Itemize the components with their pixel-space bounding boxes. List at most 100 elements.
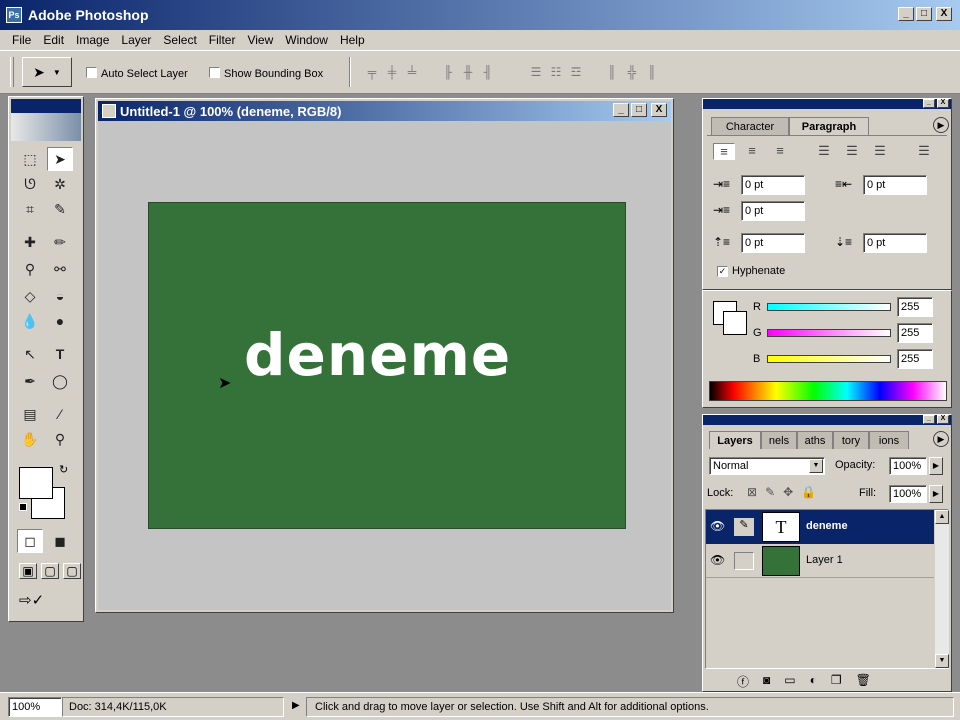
eye-icon[interactable]: 👁 xyxy=(710,519,725,533)
layer-mask-icon[interactable]: ◙ xyxy=(763,673,770,690)
menu-file[interactable]: File xyxy=(6,33,37,47)
brush-link-icon[interactable]: ✎ xyxy=(734,518,754,536)
full-screen-menu-icon[interactable]: ▢ xyxy=(41,563,59,579)
background-swatch[interactable] xyxy=(723,311,747,335)
document-title-bar[interactable]: Untitled-1 @ 100% (deneme, RGB/8) _ □ X xyxy=(98,101,671,121)
layer-set-icon[interactable]: ▭ xyxy=(784,673,795,690)
paragraph-panel-header[interactable]: _ X xyxy=(703,99,951,109)
lock-all-icon[interactable]: 🔒 xyxy=(801,485,816,499)
space-after-input[interactable]: 0 pt xyxy=(863,233,927,253)
eye-icon[interactable]: 👁 xyxy=(710,553,725,567)
panel-minimize-button[interactable]: _ xyxy=(923,99,935,108)
layer-name[interactable]: deneme xyxy=(806,520,848,532)
justify-last-left-icon[interactable]: ☰ xyxy=(813,143,835,160)
crop-tool-icon[interactable]: ⌗ xyxy=(17,197,43,221)
menu-filter[interactable]: Filter xyxy=(203,33,242,47)
align-vcenter-icon[interactable]: ╪ xyxy=(384,65,400,79)
align-center-text-icon[interactable]: ≡ xyxy=(741,143,763,160)
panel-close-button[interactable]: X xyxy=(937,99,949,108)
maximize-button[interactable]: □ xyxy=(916,7,932,21)
canvas-area[interactable]: deneme ➤ xyxy=(98,121,671,610)
first-line-indent-input[interactable]: 0 pt xyxy=(741,201,805,221)
menu-select[interactable]: Select xyxy=(157,33,202,47)
tab-paths[interactable]: aths xyxy=(797,431,833,449)
align-left-text-icon[interactable]: ≡ xyxy=(713,143,735,160)
healing-brush-tool-icon[interactable]: ✚ xyxy=(17,230,43,254)
marquee-tool-icon[interactable]: ⬚ xyxy=(17,147,43,171)
close-button[interactable]: X xyxy=(936,7,952,21)
eraser-tool-icon[interactable]: ◇ xyxy=(17,284,43,308)
scroll-up-icon[interactable]: ▲ xyxy=(935,510,949,524)
blur-tool-icon[interactable]: 💧 xyxy=(17,309,43,333)
g-input[interactable]: 255 xyxy=(897,323,933,343)
doc-size-readout[interactable]: Doc: 314,4K/115,0K xyxy=(62,697,284,717)
opacity-input[interactable]: 100% xyxy=(889,457,927,475)
paint-bucket-tool-icon[interactable]: ◒ xyxy=(47,284,73,308)
foreground-color-swatch[interactable] xyxy=(19,467,53,499)
tool-preset-picker[interactable]: ➤ ▼ xyxy=(22,57,72,87)
clone-stamp-tool-icon[interactable]: ⚲ xyxy=(17,257,43,281)
layers-panel-header[interactable]: _ X xyxy=(703,415,951,425)
justify-all-icon[interactable]: ☰ xyxy=(913,143,935,160)
swap-colors-icon[interactable]: ↻ xyxy=(59,463,68,476)
tab-paragraph[interactable]: Paragraph xyxy=(789,117,869,135)
link-slot[interactable] xyxy=(734,552,754,570)
hyphenate-checkbox[interactable]: ✓ xyxy=(717,265,728,277)
lock-transparency-icon[interactable]: ⊠ xyxy=(747,485,757,499)
dodge-tool-icon[interactable]: ● xyxy=(47,309,73,333)
path-selection-tool-icon[interactable]: ↖ xyxy=(17,342,43,366)
tab-actions[interactable]: ions xyxy=(869,431,909,449)
auto-select-checkbox[interactable] xyxy=(86,67,97,78)
shape-tool-icon[interactable]: ◯ xyxy=(47,369,73,393)
jump-to-imageready-icon[interactable]: ⇨✓ xyxy=(19,591,75,615)
b-slider[interactable] xyxy=(767,355,891,363)
tab-character[interactable]: Character xyxy=(711,117,789,135)
distribute-left-icon[interactable]: ║ xyxy=(604,65,620,79)
layer-style-icon[interactable]: ⓕ xyxy=(737,673,749,690)
align-bottom-icon[interactable]: ╧ xyxy=(404,65,420,79)
doc-minimize-button[interactable]: _ xyxy=(613,103,629,117)
show-bounding-option[interactable]: Show Bounding Box xyxy=(209,66,323,80)
feather-logo-icon[interactable] xyxy=(11,113,81,141)
align-top-icon[interactable]: ╤ xyxy=(364,65,380,79)
doc-maximize-button[interactable]: □ xyxy=(631,103,647,117)
r-slider[interactable] xyxy=(767,303,891,311)
pen-tool-icon[interactable]: ✒ xyxy=(17,369,43,393)
brush-tool-icon[interactable]: ✏ xyxy=(47,230,73,254)
eyedropper-tool-icon[interactable]: ⁄ xyxy=(47,402,73,426)
full-screen-icon[interactable]: ▢ xyxy=(63,563,81,579)
lasso-tool-icon[interactable]: ᘎ xyxy=(17,172,43,196)
fill-slider-arrow[interactable]: ▶ xyxy=(929,485,943,503)
type-tool-icon[interactable]: T xyxy=(47,342,73,366)
menu-window[interactable]: Window xyxy=(279,33,334,47)
chevron-down-icon[interactable]: ▼ xyxy=(809,459,823,473)
history-brush-tool-icon[interactable]: ⚯ xyxy=(47,257,73,281)
blend-mode-select[interactable]: Normal ▼ xyxy=(709,457,825,475)
auto-select-option[interactable]: Auto Select Layer xyxy=(86,66,188,80)
justify-last-right-icon[interactable]: ☰ xyxy=(869,143,891,160)
lock-position-icon[interactable]: ✥ xyxy=(783,485,793,499)
fill-input[interactable]: 100% xyxy=(889,485,927,503)
r-input[interactable]: 255 xyxy=(897,297,933,317)
space-before-input[interactable]: 0 pt xyxy=(741,233,805,253)
text-layer-thumbnail[interactable]: T xyxy=(762,512,800,542)
adjustment-layer-icon[interactable]: ◐ xyxy=(810,673,817,690)
standard-screen-icon[interactable]: ▣ xyxy=(19,563,37,579)
lock-pixels-icon[interactable]: ✎ xyxy=(765,485,775,499)
status-menu-arrow-icon[interactable]: ▶ xyxy=(292,700,300,711)
quick-mask-mode-icon[interactable]: ◼ xyxy=(47,529,73,553)
justify-last-center-icon[interactable]: ☰ xyxy=(841,143,863,160)
menu-layer[interactable]: Layer xyxy=(115,33,157,47)
distribute-hcenter-icon[interactable]: ╬ xyxy=(624,65,640,79)
distribute-bottom-icon[interactable]: ☲ xyxy=(568,65,584,79)
align-hcenter-icon[interactable]: ╫ xyxy=(460,65,476,79)
minimize-button[interactable]: _ xyxy=(898,7,914,21)
default-colors-icon[interactable] xyxy=(19,503,27,511)
doc-close-button[interactable]: X xyxy=(651,103,667,117)
panel-menu-button[interactable]: ▶ xyxy=(933,117,949,133)
standard-mode-icon[interactable]: ◻ xyxy=(17,529,43,553)
indent-left-input[interactable]: 0 pt xyxy=(741,175,805,195)
layers-panel-close-button[interactable]: X xyxy=(937,415,949,424)
menu-image[interactable]: Image xyxy=(70,33,115,47)
scroll-down-icon[interactable]: ▼ xyxy=(935,654,949,668)
